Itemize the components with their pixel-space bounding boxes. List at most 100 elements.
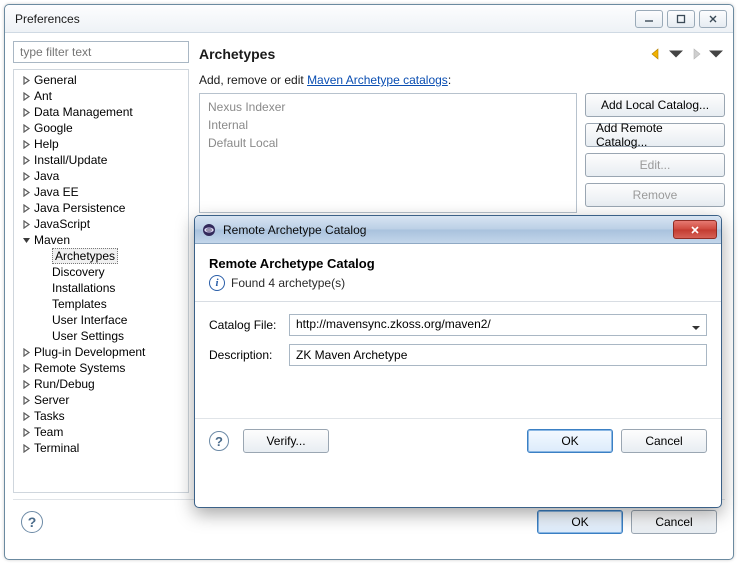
dialog-status-text: Found 4 archetype(s): [231, 276, 345, 290]
tree-item[interactable]: Templates: [32, 296, 188, 312]
tree-item-label: Installations: [52, 281, 115, 295]
tree-item-label: Ant: [34, 89, 52, 103]
tree-item[interactable]: Remote Systems: [14, 360, 188, 376]
tree-item-label: Archetypes: [52, 248, 118, 264]
tree-expand-icon[interactable]: [20, 186, 32, 198]
maven-catalogs-link[interactable]: Maven Archetype catalogs: [307, 73, 448, 87]
help-icon[interactable]: ?: [21, 511, 43, 533]
tree-item[interactable]: MavenArchetypesDiscoveryInstallations Tem…: [14, 232, 188, 344]
tree-item-label: User Interface: [52, 313, 127, 327]
close-button[interactable]: [699, 10, 727, 28]
tree-expand-icon[interactable]: [20, 426, 32, 438]
tree-item-label: JavaScript: [34, 217, 90, 231]
eclipse-icon: [201, 222, 217, 238]
tree-item[interactable]: JavaScript: [14, 216, 188, 232]
tree-item[interactable]: User Interface: [32, 312, 188, 328]
tree-item-label: Data Management: [34, 105, 133, 119]
tree-collapse-icon[interactable]: [20, 234, 32, 246]
dialog-cancel-button[interactable]: Cancel: [621, 429, 707, 453]
tree-item[interactable]: User Settings: [32, 328, 188, 344]
add-remote-catalog-button[interactable]: Add Remote Catalog...: [585, 123, 725, 147]
catalog-item[interactable]: Default Local: [208, 136, 568, 154]
catalog-item[interactable]: Internal: [208, 118, 568, 136]
edit-catalog-button: Edit...: [585, 153, 725, 177]
ok-button[interactable]: OK: [537, 510, 623, 534]
tree-item[interactable]: Install/Update: [14, 152, 188, 168]
tree-item[interactable]: Java: [14, 168, 188, 184]
tree-item[interactable]: Archetypes: [32, 248, 188, 264]
tree-item-label: User Settings: [52, 329, 124, 343]
tree-item[interactable]: Google: [14, 120, 188, 136]
tree-item[interactable]: Discovery: [32, 264, 188, 280]
tree-item[interactable]: Terminal: [14, 440, 188, 456]
dialog-body: Remote Archetype Catalog i Found 4 arche…: [195, 244, 721, 463]
tree-expand-icon[interactable]: [20, 154, 32, 166]
tree-item[interactable]: Java EE: [14, 184, 188, 200]
dialog-status-row: i Found 4 archetype(s): [209, 275, 707, 291]
description-input[interactable]: [289, 344, 707, 366]
tree-expand-icon[interactable]: [20, 410, 32, 422]
verify-button[interactable]: Verify...: [243, 429, 329, 453]
nav-fwd-icon: [687, 45, 705, 63]
tree-item-label: Team: [34, 425, 63, 439]
tree-item[interactable]: Installations: [32, 280, 188, 296]
page-nav: [647, 45, 725, 63]
tree-expand-icon[interactable]: [20, 90, 32, 102]
tree-item[interactable]: Help: [14, 136, 188, 152]
chevron-down-icon: [692, 321, 700, 335]
tree-expand-icon[interactable]: [20, 394, 32, 406]
tree-item-label: Server: [34, 393, 69, 407]
add-local-catalog-button[interactable]: Add Local Catalog...: [585, 93, 725, 117]
catalog-file-value: http://mavensync.zkoss.org/maven2/: [296, 317, 491, 331]
dialog-ok-button[interactable]: OK: [527, 429, 613, 453]
tree-expand-icon[interactable]: [20, 122, 32, 134]
tree-expand-icon[interactable]: [20, 378, 32, 390]
tree-expand-icon[interactable]: [20, 362, 32, 374]
tree-item-label: Google: [34, 121, 73, 135]
tree-expand-icon[interactable]: [20, 106, 32, 118]
nav-back-menu-icon[interactable]: [667, 45, 685, 63]
dialog-footer: ? Verify... OK Cancel: [195, 418, 721, 453]
tree-item-label: Java EE: [34, 185, 79, 199]
tree-item[interactable]: Tasks: [14, 408, 188, 424]
dialog-close-button[interactable]: [673, 220, 717, 239]
tree-item-label: Java Persistence: [34, 201, 125, 215]
catalog-item[interactable]: Nexus Indexer: [208, 100, 568, 118]
tree-item-label: Maven: [34, 233, 70, 247]
tree-expand-icon[interactable]: [20, 442, 32, 454]
tree-item-label: Install/Update: [34, 153, 107, 167]
tree-expand-icon[interactable]: [20, 346, 32, 358]
tree-item[interactable]: Server: [14, 392, 188, 408]
tree-item[interactable]: Plug-in Development: [14, 344, 188, 360]
page-instruction: Add, remove or edit Maven Archetype cata…: [199, 73, 725, 87]
tree-item-label: Remote Systems: [34, 361, 125, 375]
dialog-help-icon[interactable]: ?: [209, 431, 229, 451]
cancel-button[interactable]: Cancel: [631, 510, 717, 534]
maximize-button[interactable]: [667, 10, 695, 28]
filter-input[interactable]: [13, 41, 189, 63]
tree-item-label: Tasks: [34, 409, 65, 423]
catalog-list[interactable]: Nexus IndexerInternalDefault Local: [199, 93, 577, 213]
tree-item[interactable]: Java Persistence: [14, 200, 188, 216]
tree-item[interactable]: Team: [14, 424, 188, 440]
dialog-heading: Remote Archetype Catalog: [209, 256, 707, 271]
tree-expand-icon[interactable]: [20, 170, 32, 182]
preferences-tree[interactable]: GeneralAntData ManagementGoogleHelpInsta…: [13, 69, 189, 493]
tree-item[interactable]: General: [14, 72, 188, 88]
dialog-title: Remote Archetype Catalog: [223, 223, 673, 237]
tree-item[interactable]: Data Management: [14, 104, 188, 120]
catalog-file-combo[interactable]: http://mavensync.zkoss.org/maven2/: [289, 314, 707, 336]
tree-expand-icon[interactable]: [20, 218, 32, 230]
tree-expand-icon[interactable]: [20, 202, 32, 214]
tree-item[interactable]: Run/Debug: [14, 376, 188, 392]
tree-item-label: Templates: [52, 297, 107, 311]
tree-item-label: Run/Debug: [34, 377, 95, 391]
minimize-button[interactable]: [635, 10, 663, 28]
tree-item[interactable]: Ant: [14, 88, 188, 104]
nav-fwd-menu-icon[interactable]: [707, 45, 725, 63]
tree-expand-icon[interactable]: [20, 74, 32, 86]
nav-back-icon[interactable]: [647, 45, 665, 63]
tree-item-label: Plug-in Development: [34, 345, 145, 359]
preferences-title: Preferences: [11, 12, 635, 26]
tree-expand-icon[interactable]: [20, 138, 32, 150]
